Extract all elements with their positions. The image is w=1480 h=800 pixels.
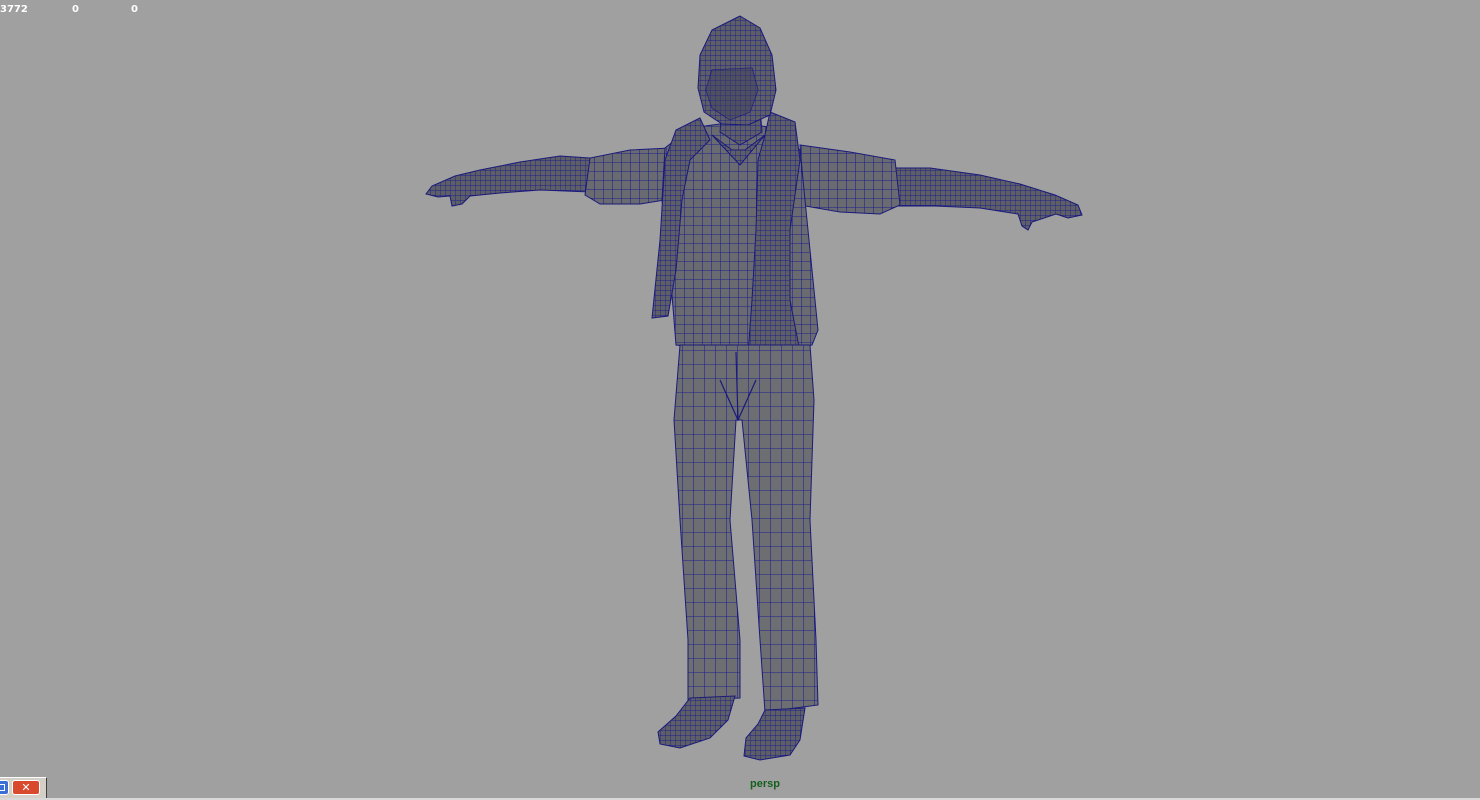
hud-value-2: 0 [72, 4, 79, 15]
right-foot [743, 707, 806, 761]
left-arm [425, 155, 591, 207]
left-sleeve [584, 147, 671, 205]
character-mesh[interactable] [425, 15, 1083, 761]
window-controls: ✕ [0, 777, 47, 798]
right-arm [889, 167, 1083, 231]
camera-name-label: persp [750, 778, 780, 790]
perspective-viewport[interactable] [0, 0, 1480, 800]
left-foot [657, 695, 736, 749]
hud-value-verts: 3772 [0, 4, 28, 15]
hud-value-3: 0 [131, 4, 138, 15]
close-button[interactable]: ✕ [12, 780, 40, 795]
restore-button[interactable] [0, 780, 9, 795]
trousers [673, 344, 819, 713]
restore-icon [0, 784, 5, 791]
close-icon: ✕ [21, 781, 31, 794]
right-sleeve [799, 144, 901, 215]
